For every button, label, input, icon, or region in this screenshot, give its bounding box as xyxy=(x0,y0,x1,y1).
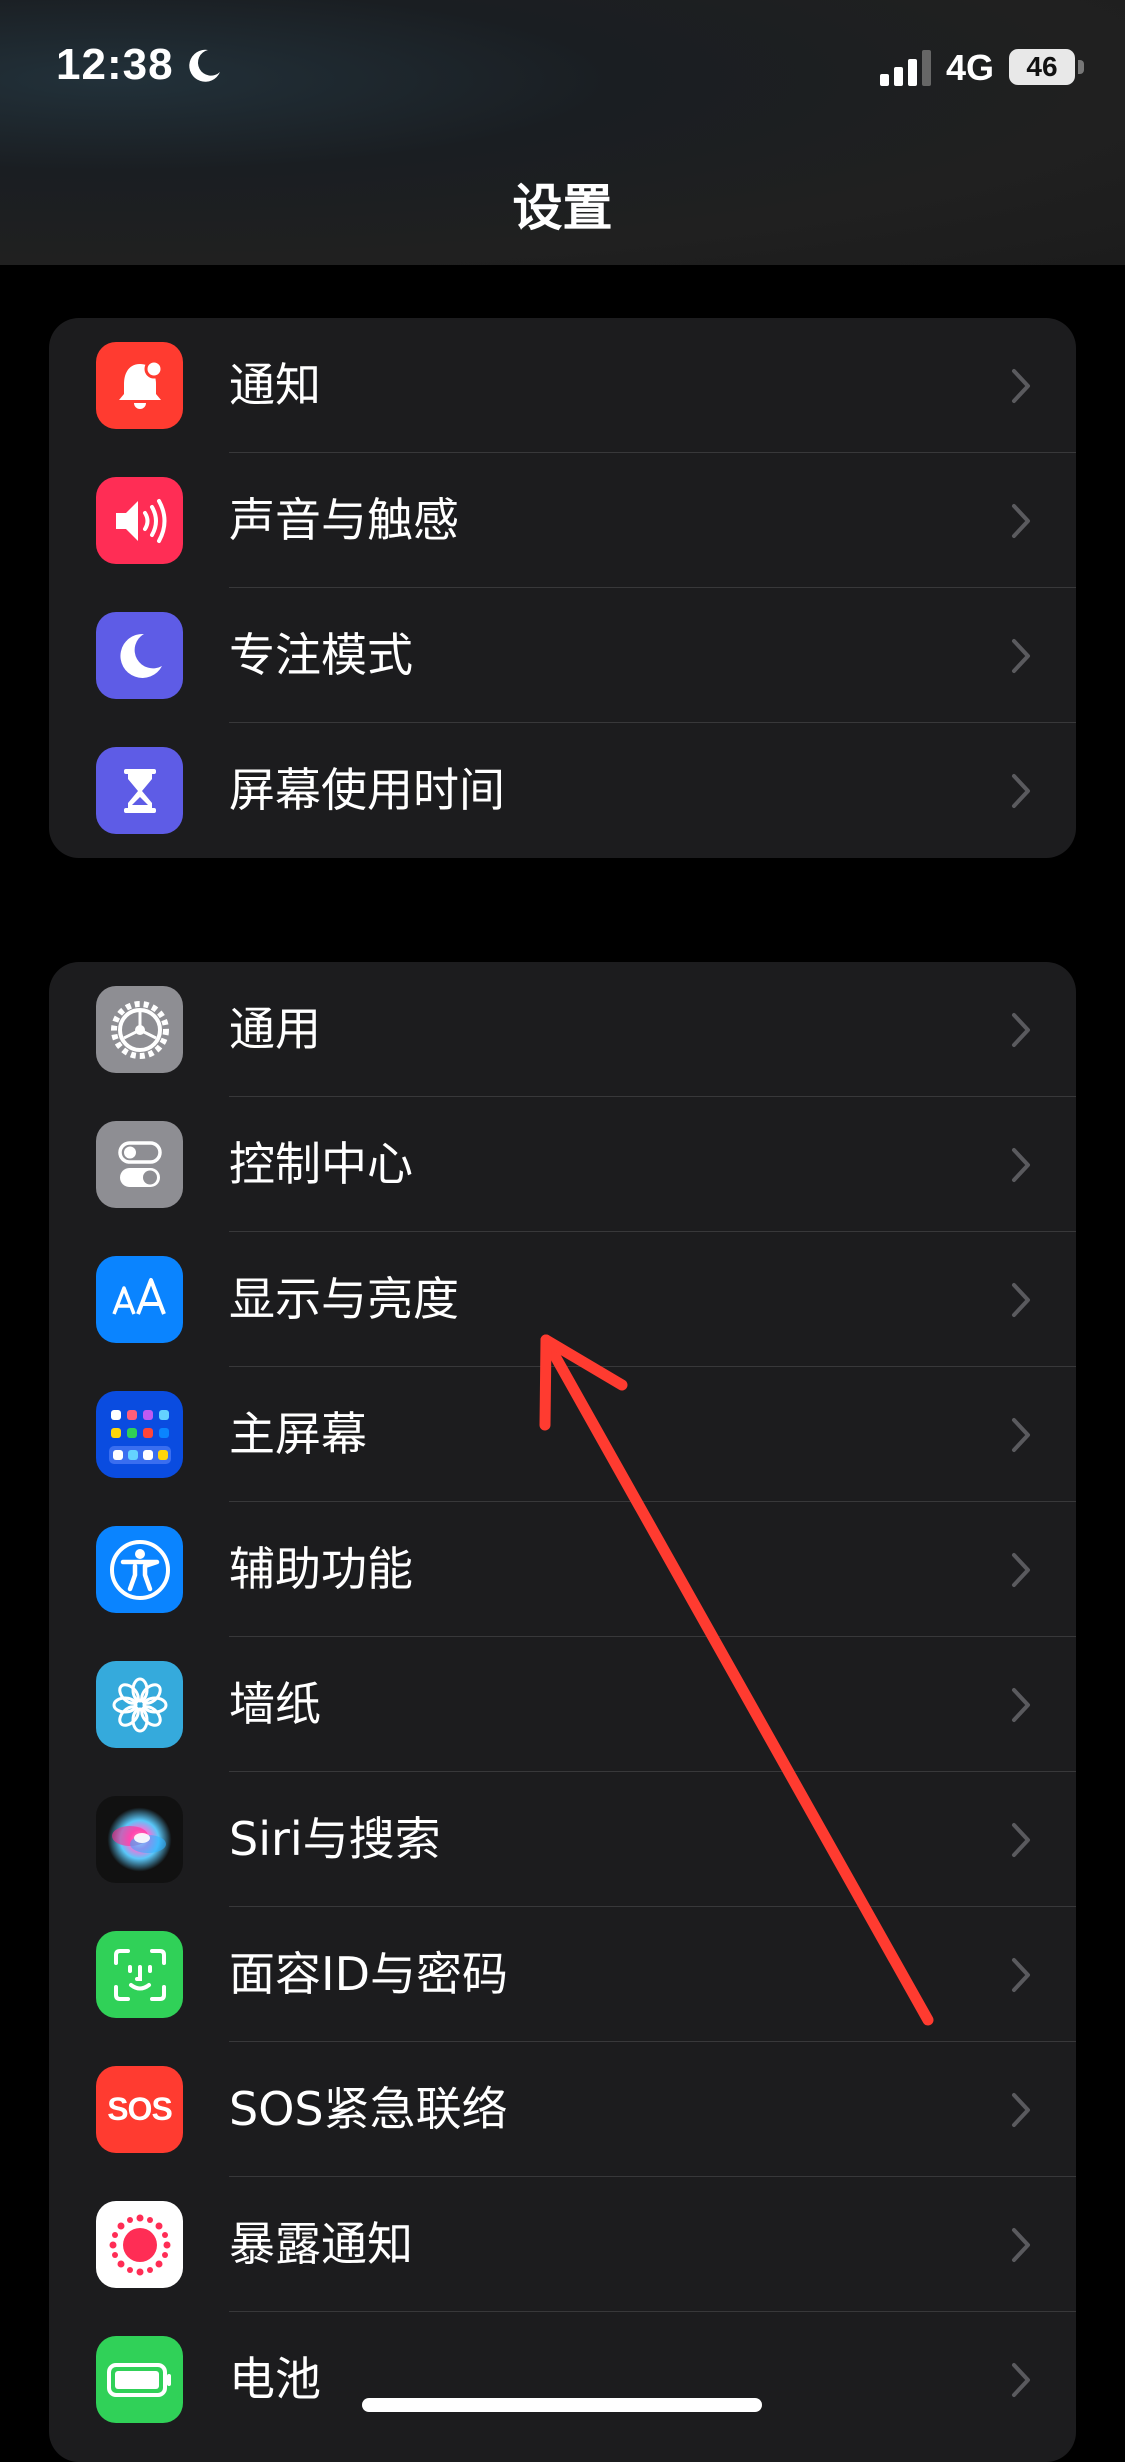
network-type: 4G xyxy=(946,47,995,88)
settings-row-label: 通用 xyxy=(229,1002,321,1056)
face-id-icon xyxy=(96,1931,183,2018)
settings-row-label: 辅助功能 xyxy=(229,1542,413,1596)
settings-row-label: 通知 xyxy=(229,358,321,412)
settings-row-general[interactable]: 通用 xyxy=(49,962,1076,1097)
sos-icon: SOS xyxy=(96,2066,183,2153)
chevron-right-icon xyxy=(1012,1823,1030,1857)
settings-row-siri-search[interactable]: Siri与搜索 xyxy=(49,1772,1076,1907)
settings-row-exposure-notifications[interactable]: 暴露通知 xyxy=(49,2177,1076,2312)
sounds-icon xyxy=(96,477,183,564)
settings-row-home-screen[interactable]: 主屏幕 xyxy=(49,1367,1076,1502)
settings-group-2: 通用 控制中心 显示与亮度 主屏幕 辅助功能 墙纸 Siri与搜索 面容ID与密… xyxy=(49,962,1076,2462)
home-indicator[interactable] xyxy=(362,2398,762,2412)
settings-row-label: 面容ID与密码 xyxy=(229,1947,508,2001)
chevron-right-icon xyxy=(1012,1148,1030,1182)
screen-time-icon xyxy=(96,747,183,834)
chevron-right-icon xyxy=(1012,639,1030,673)
exposure-notification-icon xyxy=(96,2201,183,2288)
battery-tip xyxy=(1078,60,1084,74)
settings-row-battery[interactable]: 电池 xyxy=(49,2312,1076,2447)
settings-row-accessibility[interactable]: 辅助功能 xyxy=(49,1502,1076,1637)
chevron-right-icon xyxy=(1012,2093,1030,2127)
status-bar: 12:38 4G 46 设置 xyxy=(0,0,1125,265)
settings-row-control-center[interactable]: 控制中心 xyxy=(49,1097,1076,1232)
chevron-right-icon xyxy=(1012,1958,1030,1992)
settings-row-label: 显示与亮度 xyxy=(229,1272,459,1326)
settings-row-label: 墙纸 xyxy=(229,1677,321,1731)
settings-row-notifications[interactable]: 通知 xyxy=(49,318,1076,453)
chevron-right-icon xyxy=(1012,504,1030,538)
chevron-right-icon xyxy=(1012,369,1030,403)
settings-row-label: 电池 xyxy=(229,2352,321,2406)
settings-row-label: 声音与触感 xyxy=(229,493,459,547)
home-screen-icon xyxy=(96,1391,183,1478)
settings-row-display-brightness[interactable]: 显示与亮度 xyxy=(49,1232,1076,1367)
chevron-right-icon xyxy=(1012,774,1030,808)
sos-icon-text: SOS xyxy=(107,2091,173,2127)
status-time: 12:38 xyxy=(56,40,174,89)
settings-row-label: 控制中心 xyxy=(229,1137,413,1191)
chevron-right-icon xyxy=(1012,2363,1030,2397)
battery-icon xyxy=(96,2336,183,2423)
chevron-right-icon xyxy=(1012,1688,1030,1722)
settings-row-label: 暴露通知 xyxy=(229,2217,413,2271)
settings-row-focus[interactable]: 专注模式 xyxy=(49,588,1076,723)
settings-row-sounds[interactable]: 声音与触感 xyxy=(49,453,1076,588)
settings-row-face-id[interactable]: 面容ID与密码 xyxy=(49,1907,1076,2042)
moon-icon xyxy=(189,49,220,82)
settings-row-label: 主屏幕 xyxy=(229,1407,367,1461)
wallpaper-icon xyxy=(96,1661,183,1748)
chevron-right-icon xyxy=(1012,1418,1030,1452)
settings-row-screen-time[interactable]: 屏幕使用时间 xyxy=(49,723,1076,858)
page-title: 设置 xyxy=(512,179,613,237)
settings-row-emergency-sos[interactable]: SOS SOS紧急联络 xyxy=(49,2042,1076,2177)
settings-row-label: 专注模式 xyxy=(229,628,413,682)
settings-row-label: Siri与搜索 xyxy=(229,1812,441,1866)
chevron-right-icon xyxy=(1012,1283,1030,1317)
accessibility-icon xyxy=(96,1526,183,1613)
siri-icon xyxy=(96,1796,183,1883)
settings-row-label: SOS紧急联络 xyxy=(229,2082,508,2136)
battery-indicator: 46 xyxy=(1009,49,1075,85)
chevron-right-icon xyxy=(1012,1013,1030,1047)
general-gear-icon xyxy=(96,986,183,1073)
settings-group-1: 通知 声音与触感 专注模式 屏幕使用时间 xyxy=(49,318,1076,858)
chevron-right-icon xyxy=(1012,1553,1030,1587)
settings-row-wallpaper[interactable]: 墙纸 xyxy=(49,1637,1076,1772)
settings-row-label: 屏幕使用时间 xyxy=(229,763,505,817)
chevron-right-icon xyxy=(1012,2228,1030,2262)
notifications-icon xyxy=(96,342,183,429)
control-center-icon xyxy=(96,1121,183,1208)
display-brightness-icon xyxy=(96,1256,183,1343)
focus-icon xyxy=(96,612,183,699)
cellular-signal-icon xyxy=(880,50,931,86)
